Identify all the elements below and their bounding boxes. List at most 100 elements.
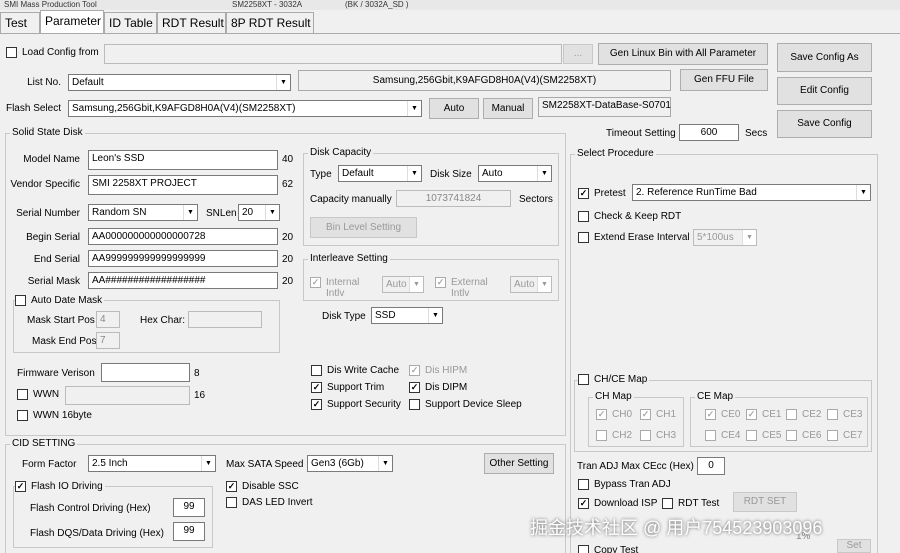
ce0-checkbox[interactable]: ✓ CE0 <box>705 409 740 420</box>
snlen-label: SNLen <box>206 208 237 219</box>
model-name-input[interactable]: Leon's SSD <box>88 150 278 170</box>
external-intlv-value: Auto <box>514 279 535 290</box>
rdt-set-button[interactable]: RDT SET <box>733 492 797 512</box>
load-config-checkbox[interactable]: Load Config from <box>6 47 99 58</box>
flash-dqs-driving-input[interactable]: 99 <box>173 522 205 541</box>
internal-intlv-label: Internal Intlv <box>326 277 360 299</box>
vendor-specific-input[interactable]: SMI 2258XT PROJECT <box>88 175 278 195</box>
gen-ffu-file-button[interactable]: Gen FFU File <box>680 69 768 91</box>
chevron-down-icon: ▼ <box>265 205 279 220</box>
bypass-tran-adj-checkbox[interactable]: Bypass Tran ADJ <box>578 479 671 490</box>
serial-mask-input[interactable]: AA################## <box>88 272 278 289</box>
support-device-sleep-checkbox[interactable]: Support Device Sleep <box>409 399 522 410</box>
ch0-checkbox[interactable]: ✓ CH0 <box>596 409 632 420</box>
ce2-checkbox[interactable]: CE2 <box>786 409 821 420</box>
form-factor-select[interactable]: 2.5 Inch ▼ <box>88 455 216 472</box>
timeout-label: Timeout Setting <box>606 128 676 139</box>
other-setting-button[interactable]: Other Setting <box>484 453 554 474</box>
disable-ssc-checkbox[interactable]: ✓ Disable SSC <box>226 481 299 492</box>
mask-start-pos-input[interactable]: 4 <box>96 311 120 328</box>
list-no-label: List No. <box>27 77 61 88</box>
tab-rdt-result[interactable]: RDT Result <box>157 12 226 33</box>
ce7-checkbox[interactable]: CE7 <box>827 430 862 441</box>
end-serial-input[interactable]: AA999999999999999999 <box>88 250 278 267</box>
dis-hipm-checkbox[interactable]: ✓ Dis HIPM <box>409 365 467 376</box>
ch-ce-map-checkbox[interactable]: CH/CE Map <box>578 374 650 385</box>
tab-8p-rdt-result[interactable]: 8P RDT Result <box>226 12 314 33</box>
check-keep-rdt-checkbox[interactable]: Check & Keep RDT <box>578 211 681 222</box>
disk-type-label: Disk Type <box>322 311 366 322</box>
internal-intlv-select[interactable]: Auto ▼ <box>382 276 424 293</box>
hex-char-input[interactable] <box>188 311 262 328</box>
max-sata-speed-value: Gen3 (6Gb) <box>311 458 364 469</box>
tran-adj-input[interactable]: 0 <box>697 457 725 475</box>
extend-erase-interval-select[interactable]: 5*100us ▼ <box>693 229 757 246</box>
flash-io-driving-checkbox[interactable]: ✓ Flash IO Driving <box>15 481 105 492</box>
capacity-type-select[interactable]: Default ▼ <box>338 165 422 182</box>
ce3-checkbox[interactable]: CE3 <box>827 409 862 420</box>
chevron-down-icon: ▼ <box>201 456 215 471</box>
firmware-version-input[interactable] <box>101 363 190 382</box>
auto-date-mask-checkbox[interactable]: Auto Date Mask <box>15 295 105 306</box>
bin-level-setting-button[interactable]: Bin Level Setting <box>310 217 417 238</box>
internal-intlv-checkbox[interactable]: ✓ Internal Intlv <box>310 277 364 299</box>
wwn-input[interactable] <box>65 386 190 405</box>
external-intlv-select[interactable]: Auto ▼ <box>510 276 552 293</box>
ce0-label: CE0 <box>721 409 741 420</box>
ch2-label: CH2 <box>612 430 633 441</box>
timeout-input[interactable]: 600 <box>679 124 739 141</box>
support-trim-checkbox[interactable]: ✓ Support Trim <box>311 382 384 393</box>
ce6-checkbox[interactable]: CE6 <box>786 430 821 441</box>
ch3-checkbox[interactable]: CH3 <box>640 430 676 441</box>
save-config-button[interactable]: Save Config <box>777 110 872 138</box>
auto-button[interactable]: Auto <box>429 98 479 119</box>
disable-ssc-label: Disable SSC <box>242 481 299 492</box>
extend-erase-interval-label: Extend Erase Interval <box>594 232 690 243</box>
ch1-checkbox[interactable]: ✓ CH1 <box>640 409 676 420</box>
tab-parameter[interactable]: Parameter <box>40 10 104 34</box>
capacity-manually-input[interactable]: 1073741824 <box>396 190 511 207</box>
wwn-16byte-checkbox[interactable]: WWN 16byte <box>17 410 92 421</box>
tab-id-table[interactable]: ID Table <box>104 12 157 33</box>
ch2-checkbox[interactable]: CH2 <box>596 430 632 441</box>
rdt-test-label: RDT Test <box>678 498 720 509</box>
set-button[interactable]: Set <box>837 539 871 553</box>
dis-write-cache-checkbox[interactable]: Dis Write Cache <box>311 365 399 376</box>
das-led-invert-checkbox[interactable]: DAS LED Invert <box>226 497 313 508</box>
ce4-checkbox[interactable]: CE4 <box>705 430 740 441</box>
copy-test-checkbox[interactable]: Copy Test <box>578 545 638 553</box>
pretest-checkbox[interactable]: ✓ Pretest <box>578 188 626 199</box>
pretest-select[interactable]: 2. Reference RunTime Bad ▼ <box>632 184 871 201</box>
manual-button[interactable]: Manual <box>483 98 533 119</box>
wwn-checkbox[interactable]: WWN <box>17 389 59 400</box>
database-display: SM2258XT-DataBase-S0701 <box>538 97 671 117</box>
hex-char-label: Hex Char: <box>140 315 186 326</box>
browse-button[interactable]: ... <box>563 44 593 64</box>
chevron-down-icon: ▼ <box>183 205 197 220</box>
mask-end-pos-input[interactable]: 7 <box>96 332 120 349</box>
model-name-label: Model Name <box>23 154 80 165</box>
serial-number-value: Random SN <box>92 207 147 218</box>
list-no-select[interactable]: Default ▼ <box>68 74 291 91</box>
tab-test[interactable]: Test <box>0 12 40 33</box>
ce1-checkbox[interactable]: ✓ CE1 <box>746 409 781 420</box>
gen-linux-bin-button[interactable]: Gen Linux Bin with All Parameter <box>598 43 768 65</box>
edit-config-button[interactable]: Edit Config <box>777 77 872 105</box>
disk-type-select[interactable]: SSD ▼ <box>371 307 443 324</box>
max-sata-speed-select[interactable]: Gen3 (6Gb) ▼ <box>307 455 393 472</box>
disk-size-select[interactable]: Auto ▼ <box>478 165 552 182</box>
extend-erase-interval-checkbox[interactable]: Extend Erase Interval <box>578 232 690 243</box>
download-isp-checkbox[interactable]: ✓ Download ISP <box>578 498 657 509</box>
dis-dipm-checkbox[interactable]: ✓ Dis DIPM <box>409 382 467 393</box>
rdt-test-checkbox[interactable]: RDT Test <box>662 498 719 509</box>
external-intlv-checkbox[interactable]: ✓ External Intlv <box>435 277 491 299</box>
flash-select[interactable]: Samsung,256Gbit,K9AFGD8H0A(V4)(SM2258XT)… <box>68 100 422 117</box>
disk-size-value: Auto <box>482 168 503 179</box>
support-security-checkbox[interactable]: ✓ Support Security <box>311 399 401 410</box>
flash-control-driving-input[interactable]: 99 <box>173 498 205 517</box>
serial-number-select[interactable]: Random SN ▼ <box>88 204 198 221</box>
save-config-as-button[interactable]: Save Config As <box>777 43 872 72</box>
snlen-select[interactable]: 20 ▼ <box>238 204 280 221</box>
ce5-checkbox[interactable]: CE5 <box>746 430 781 441</box>
begin-serial-input[interactable]: AA000000000000000728 <box>88 228 278 245</box>
